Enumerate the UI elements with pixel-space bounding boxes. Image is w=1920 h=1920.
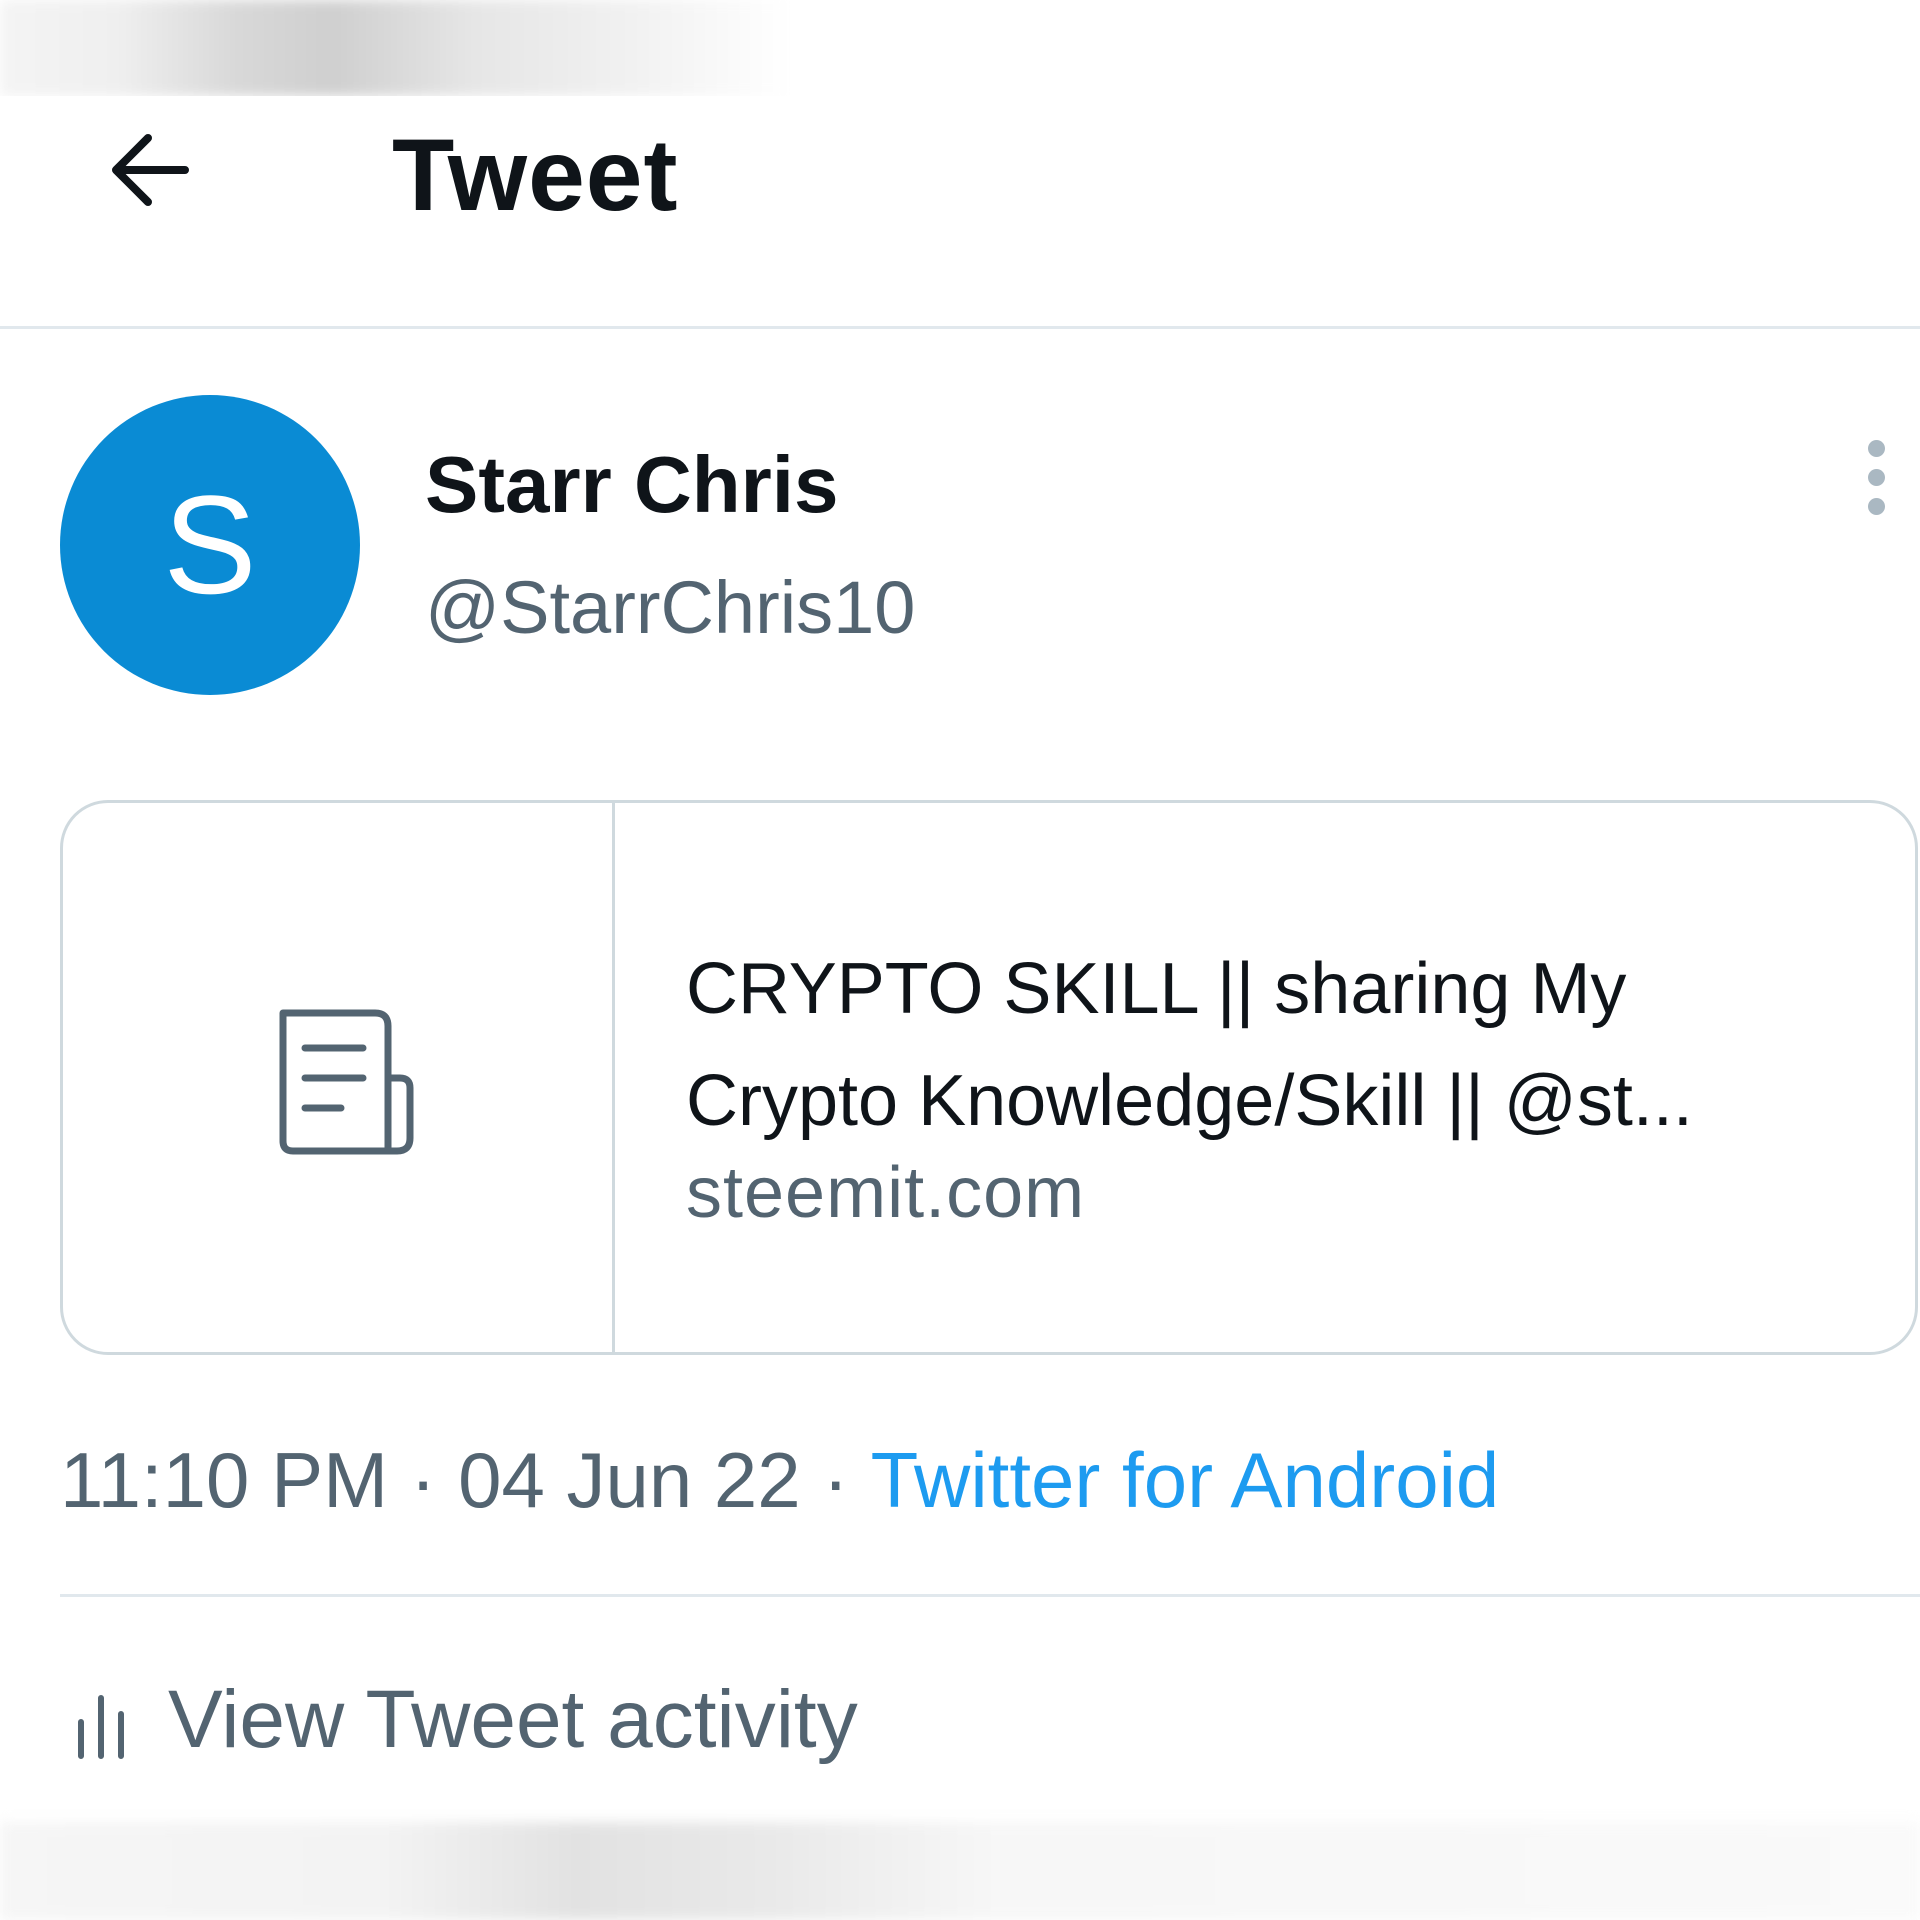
back-button[interactable]	[90, 110, 210, 230]
link-card-domain: steemit.com	[686, 1153, 1086, 1233]
link-card-title: CRYPTO SKILL || sharing My Crypto Knowle…	[686, 933, 1886, 1157]
link-card-title-line-2: Crypto Knowledge/Skill || @st...	[686, 1061, 1693, 1141]
separator-dot: ·	[410, 1436, 437, 1524]
more-vertical-icon	[1846, 440, 1906, 515]
tweet-metadata: 11:10 PM · 04 Jun 22 · Twitter for Android	[60, 1430, 1499, 1530]
blurred-bottom-area	[0, 1822, 1920, 1920]
page-title: Tweet	[392, 118, 679, 232]
tweet-date[interactable]: 04 Jun 22	[458, 1436, 801, 1524]
separator-dot: ·	[822, 1436, 849, 1524]
link-preview-card[interactable]: CRYPTO SKILL || sharing My Crypto Knowle…	[60, 800, 1918, 1355]
tweet-time[interactable]: 11:10 PM	[60, 1436, 388, 1524]
tweet-detail-page: Tweet S Starr Chris @StarrChris10 CRYPTO…	[0, 0, 1920, 1920]
divider	[60, 1594, 1920, 1597]
link-card-title-line-1: CRYPTO SKILL || sharing My	[686, 949, 1627, 1029]
view-tweet-activity-label: View Tweet activity	[168, 1674, 858, 1765]
top-bar	[0, 96, 1920, 329]
author-display-name[interactable]: Starr Chris	[425, 440, 838, 530]
avatar[interactable]: S	[60, 395, 360, 695]
bar-chart-icon	[78, 1695, 124, 1759]
tweet-source-link[interactable]: Twitter for Android	[871, 1436, 1500, 1524]
link-card-thumbnail	[63, 803, 615, 1352]
author-handle[interactable]: @StarrChris10	[425, 563, 915, 653]
article-icon	[279, 1009, 414, 1155]
more-options-button[interactable]	[1846, 440, 1906, 530]
blurred-status-area	[0, 0, 790, 96]
arrow-left-icon	[112, 134, 189, 206]
